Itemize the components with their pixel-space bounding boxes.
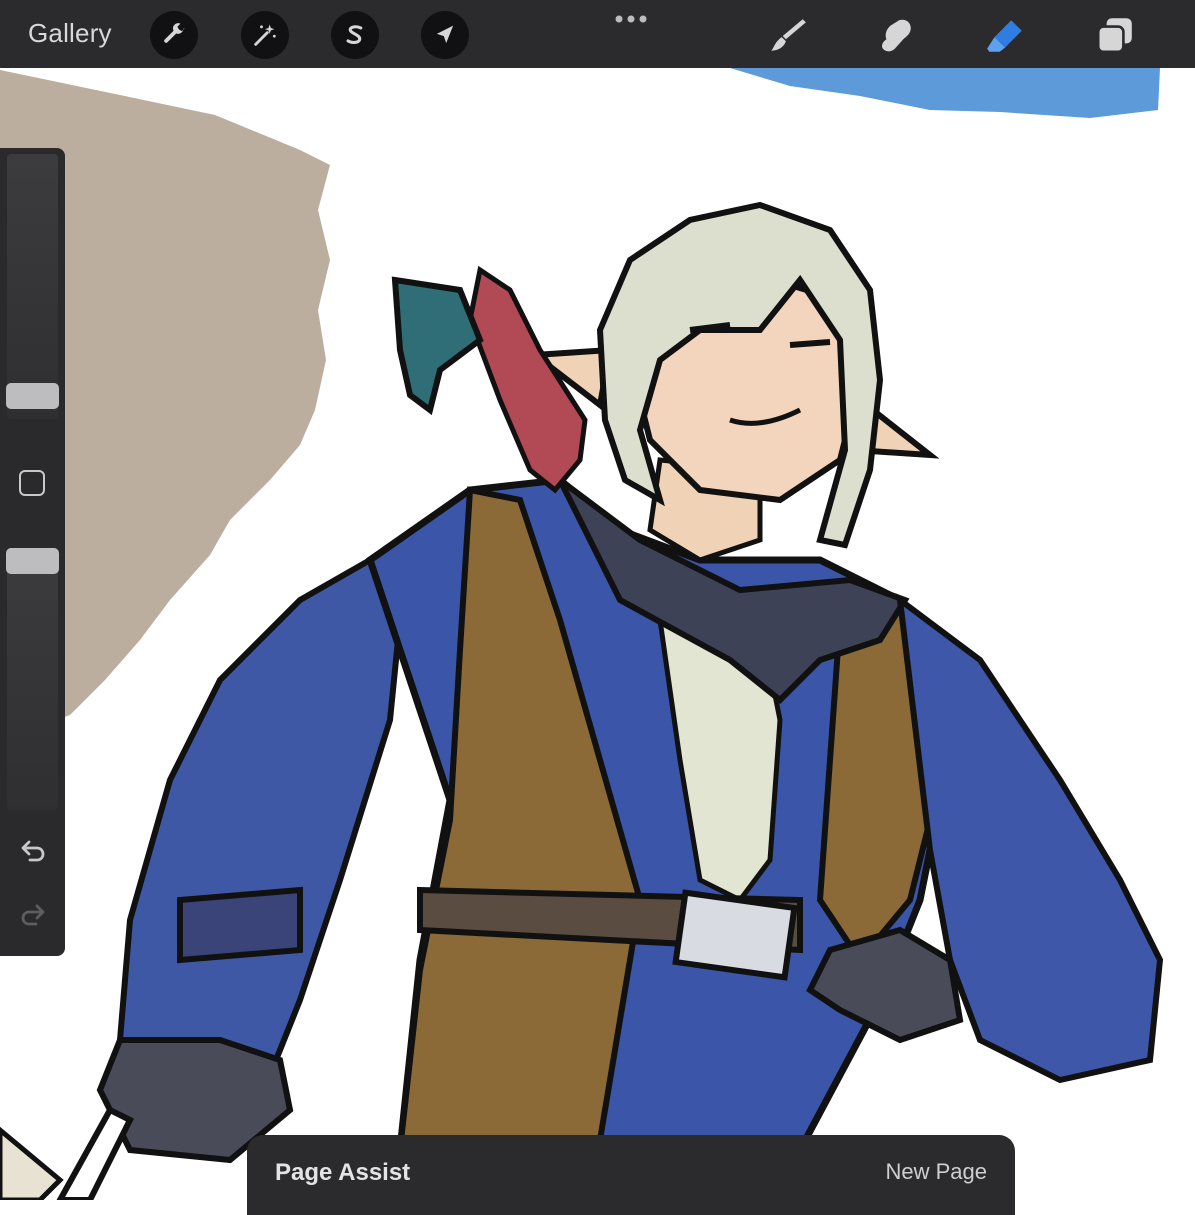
- adjustments-button[interactable]: [241, 11, 289, 59]
- left-sidebar: [0, 148, 65, 956]
- smudge-finger-icon: [882, 19, 911, 52]
- actions-button[interactable]: [150, 11, 198, 59]
- brush-icon: [771, 19, 806, 51]
- brush-size-slider-thumb[interactable]: [6, 383, 59, 409]
- arrow-cursor-icon: [436, 25, 454, 44]
- magic-wand-icon: [254, 24, 276, 46]
- brush-tool-button[interactable]: [765, 12, 811, 58]
- square-modify-icon[interactable]: [19, 470, 45, 496]
- gallery-button[interactable]: Gallery: [28, 18, 112, 49]
- page-assist-panel: Page Assist New Page: [247, 1135, 1015, 1215]
- eraser-tool-button[interactable]: [982, 12, 1028, 58]
- selection-s-icon: [346, 25, 363, 44]
- new-page-button[interactable]: New Page: [885, 1159, 987, 1185]
- drawing-canvas[interactable]: [0, 0, 1195, 1200]
- opacity-slider-thumb[interactable]: [6, 548, 59, 574]
- page-assist-title: Page Assist: [275, 1159, 411, 1186]
- opacity-slider[interactable]: [7, 548, 58, 810]
- brush-size-slider[interactable]: [7, 154, 58, 419]
- eraser-icon: [987, 20, 1022, 52]
- smudge-tool-button[interactable]: [874, 12, 920, 58]
- wrench-icon: [164, 23, 185, 43]
- ellipsis-icon[interactable]: [611, 10, 651, 30]
- top-toolbar: Gallery: [0, 0, 1195, 68]
- redo-icon[interactable]: [18, 900, 48, 930]
- artwork: [0, 68, 1164, 1200]
- undo-icon[interactable]: [18, 836, 48, 866]
- selection-button[interactable]: [331, 11, 379, 59]
- layers-button[interactable]: [1092, 12, 1138, 58]
- transform-button[interactable]: [421, 11, 469, 59]
- layers-icon: [1096, 18, 1132, 54]
